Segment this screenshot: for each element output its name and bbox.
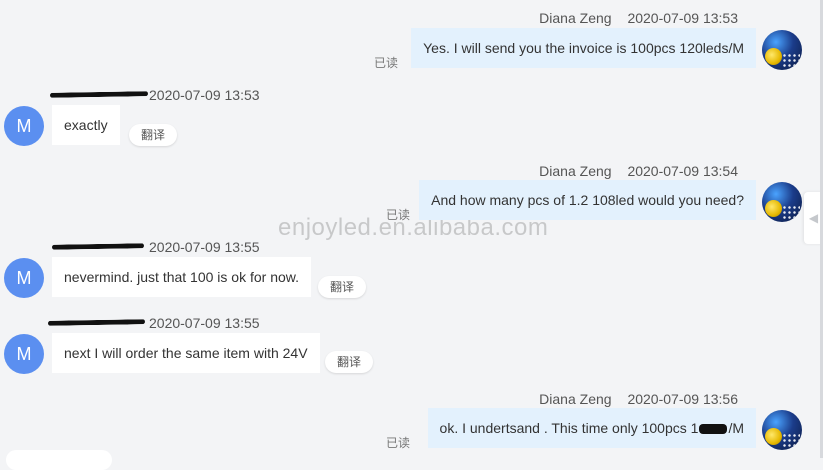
- message-text: nevermind. just that 100 is ok for now.: [64, 269, 300, 285]
- message-bubble-outgoing[interactable]: ok. I undertsand . This time only 100pcs…: [427, 408, 756, 448]
- message-header: Diana Zeng 2020-07-09 13:53: [539, 10, 738, 26]
- avatar-lights: [782, 53, 800, 67]
- avatar-figure: [765, 48, 782, 65]
- timestamp: 2020-07-09 13:56: [627, 391, 738, 407]
- message-header: 2020-07-09 13:55: [149, 315, 260, 331]
- message-text-tail: /M: [728, 420, 744, 436]
- message-header: 2020-07-09 13:55: [149, 239, 260, 255]
- avatar-figure: [765, 428, 782, 445]
- message-text: Yes. I will send you the invoice is 100p…: [423, 40, 744, 56]
- sender-name: Diana Zeng: [539, 10, 612, 26]
- message-bubble-incoming[interactable]: nevermind. just that 100 is ok for now.: [52, 257, 312, 297]
- redacted-sender-name: [47, 319, 146, 326]
- avatar[interactable]: [762, 30, 802, 70]
- chevron-left-icon: ◀: [808, 211, 819, 225]
- avatar-lights: [782, 205, 800, 219]
- message-text: ok. I undertsand . This time only 100pcs…: [439, 420, 699, 436]
- sender-name: Diana Zeng: [539, 163, 612, 179]
- translate-button[interactable]: 翻译: [318, 276, 367, 298]
- timestamp: 2020-07-09 13:53: [149, 87, 260, 103]
- timestamp: 2020-07-09 13:53: [627, 10, 738, 26]
- avatar-lights: [782, 433, 800, 447]
- avatar[interactable]: M: [4, 106, 44, 146]
- message-text: next I will order the same item with 24V: [64, 345, 308, 361]
- avatar[interactable]: M: [4, 334, 44, 374]
- translate-button[interactable]: 翻译: [325, 351, 374, 373]
- redacted-text: [699, 424, 728, 435]
- sender-name: Diana Zeng: [539, 391, 612, 407]
- redacted-sender-name: [51, 243, 145, 250]
- message-bubble-outgoing[interactable]: And how many pcs of 1.2 108led would you…: [419, 180, 756, 220]
- message-bubble-incoming[interactable]: next I will order the same item with 24V: [52, 333, 320, 373]
- partial-translate-button[interactable]: [6, 450, 112, 470]
- read-status: 已读: [386, 436, 411, 450]
- redacted-sender-name: [49, 91, 149, 98]
- message-bubble-incoming[interactable]: exactly: [52, 105, 120, 145]
- timestamp: 2020-07-09 13:55: [149, 315, 260, 331]
- chat-panel: enjoyled.en.alibaba.com Diana Zeng 2020-…: [0, 0, 823, 470]
- message-text: And how many pcs of 1.2 108led would you…: [431, 192, 744, 208]
- read-status: 已读: [374, 56, 399, 70]
- message-header: Diana Zeng 2020-07-09 13:54: [539, 163, 738, 179]
- timestamp: 2020-07-09 13:54: [627, 163, 738, 179]
- avatar[interactable]: [762, 182, 802, 222]
- message-bubble-outgoing[interactable]: Yes. I will send you the invoice is 100p…: [411, 28, 756, 68]
- message-text: exactly: [64, 117, 108, 133]
- message-header: 2020-07-09 13:53: [149, 87, 260, 103]
- avatar[interactable]: [762, 410, 802, 450]
- read-status: 已读: [386, 208, 411, 222]
- message-header: Diana Zeng 2020-07-09 13:56: [539, 391, 738, 407]
- avatar[interactable]: M: [4, 258, 44, 298]
- timestamp: 2020-07-09 13:55: [149, 239, 260, 255]
- translate-button[interactable]: 翻译: [129, 124, 178, 146]
- avatar-figure: [765, 200, 782, 217]
